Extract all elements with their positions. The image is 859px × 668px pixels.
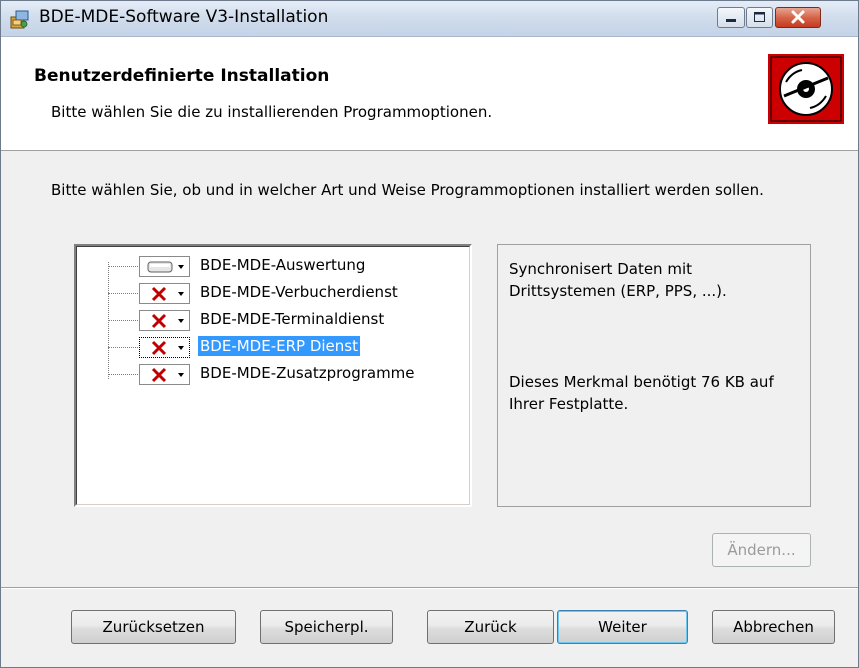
next-button-label: Weiter (598, 618, 647, 636)
title-bar[interactable]: BDE-MDE-Software V3-Installation (1, 1, 858, 37)
close-button[interactable] (775, 7, 821, 28)
cancel-button-label: Abbrechen (733, 618, 814, 636)
header-subtitle: Bitte wählen Sie die zu installierenden … (51, 103, 493, 121)
minimize-icon (726, 19, 736, 22)
minimize-button[interactable] (717, 7, 745, 28)
reset-button[interactable]: Zurücksetzen (71, 610, 236, 644)
red-x-icon (151, 313, 184, 329)
install-state-dropdown[interactable] (139, 283, 190, 304)
red-x-icon (151, 367, 184, 383)
back-button-label: Zurück (464, 618, 517, 636)
maximize-button[interactable] (746, 7, 773, 28)
location-button-label: Speicherpl. (284, 618, 369, 636)
feature-tree-inner: BDE-MDE-Auswertung BDE-MDE-Verbucherdien… (76, 246, 470, 505)
feature-size-info: Dieses Merkmal benötigt 76 KB auf Ihrer … (509, 373, 774, 413)
feature-row[interactable]: BDE-MDE-Terminaldienst (77, 307, 467, 333)
tree-branch (108, 293, 140, 294)
feature-label[interactable]: BDE-MDE-Verbucherdienst (198, 282, 400, 302)
instruction-text: Bitte wählen Sie, ob und in welcher Art … (51, 181, 764, 199)
red-x-icon (151, 286, 184, 302)
install-state-dropdown[interactable] (139, 310, 190, 331)
feature-label[interactable]: BDE-MDE-ERP Dienst (197, 335, 361, 357)
reset-button-label: Zurücksetzen (102, 618, 205, 636)
feature-label[interactable]: BDE-MDE-Terminaldienst (198, 309, 386, 329)
header-panel: Benutzerdefinierte Installation Bitte wä… (1, 37, 858, 151)
close-icon (791, 10, 805, 24)
feature-description-panel: Synchronisert Daten mit Drittsystemen (E… (497, 244, 811, 507)
install-state-dropdown[interactable] (139, 256, 190, 277)
tree-branch (108, 374, 140, 375)
feature-label[interactable]: BDE-MDE-Zusatzprogramme (198, 363, 417, 383)
next-button[interactable]: Weiter (557, 610, 688, 644)
location-button[interactable]: Speicherpl. (260, 610, 393, 644)
change-button[interactable]: Ändern... (712, 533, 811, 567)
feature-row[interactable]: BDE-MDE-Zusatzprogramme (77, 361, 467, 387)
feature-tree[interactable]: BDE-MDE-Auswertung BDE-MDE-Verbucherdien… (74, 244, 472, 507)
drive-icon (147, 261, 184, 273)
separator (1, 587, 858, 589)
back-button[interactable]: Zurück (427, 610, 554, 644)
cancel-button[interactable]: Abbrechen (712, 610, 835, 644)
window-title: BDE-MDE-Software V3-Installation (39, 7, 329, 27)
feature-row[interactable]: BDE-MDE-Auswertung (77, 253, 467, 279)
tree-branch (108, 347, 140, 348)
feature-description: Synchronisert Daten mit Drittsystemen (E… (509, 260, 727, 300)
installer-app-icon (10, 10, 29, 29)
red-x-icon (151, 340, 184, 356)
feature-row[interactable]: BDE-MDE-Verbucherdienst (77, 280, 467, 306)
maximize-icon (754, 12, 765, 22)
installer-window: BDE-MDE-Software V3-Installation Benutze… (0, 0, 859, 668)
install-state-dropdown[interactable] (139, 337, 190, 358)
tree-branch (108, 320, 140, 321)
feature-label[interactable]: BDE-MDE-Auswertung (198, 255, 367, 275)
install-state-dropdown[interactable] (139, 364, 190, 385)
feature-row-selected[interactable]: BDE-MDE-ERP Dienst (77, 334, 467, 360)
cd-disc-logo-icon (768, 54, 844, 124)
tree-branch (108, 266, 140, 267)
header-title: Benutzerdefinierte Installation (34, 66, 330, 86)
